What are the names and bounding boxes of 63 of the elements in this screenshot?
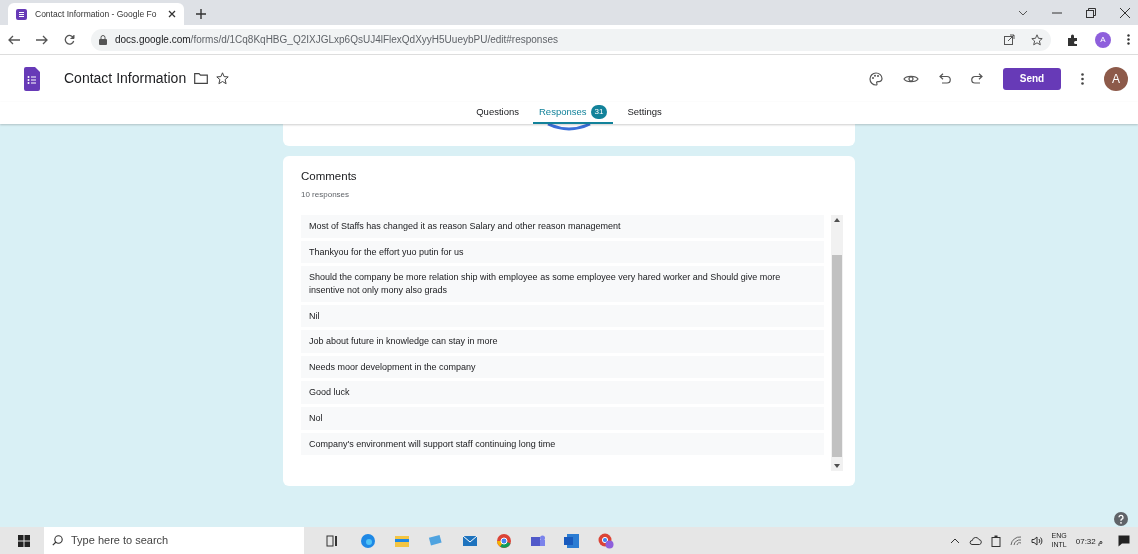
reload-icon[interactable]	[64, 34, 75, 45]
clock-time[interactable]: 07:32 م	[1075, 536, 1103, 549]
account-avatar[interactable]: A	[1104, 66, 1128, 91]
star-icon[interactable]	[216, 72, 230, 85]
search-placeholder: Type here to search	[71, 533, 169, 549]
search-icon	[52, 535, 63, 546]
forms-icon	[16, 8, 27, 20]
chrome-profile-icon[interactable]	[598, 532, 614, 549]
comment-text: Nol	[301, 407, 824, 430]
comment-text: Nil	[301, 304, 824, 328]
chart-arc-icon	[546, 124, 592, 132]
browser-icon[interactable]	[360, 532, 376, 549]
comment-text: Job about future in knowledge can stay in more	[301, 330, 824, 353]
back-icon[interactable]	[8, 34, 20, 45]
windows-start-icon[interactable]	[18, 534, 30, 547]
puzzle-icon[interactable]	[1067, 33, 1079, 46]
url-text: docs.google.com/forms/d/1Cq8KqHBG_Q2IXJGLxp6QsUJ4lFlexQdXyyH5UueybPU/edit#responses	[115, 33, 558, 47]
tab[interactable]: Settings	[621, 102, 668, 124]
chevron-up-icon[interactable]	[949, 537, 960, 544]
scrollbar[interactable]	[831, 215, 843, 472]
star-icon[interactable]	[1031, 33, 1043, 46]
question-title: Comments	[301, 169, 358, 184]
wifi-icon[interactable]	[1009, 535, 1022, 546]
palette-icon[interactable]	[869, 71, 883, 86]
new-tab-icon[interactable]	[196, 9, 206, 19]
close-icon[interactable]	[1120, 7, 1130, 18]
comment-text: Most of Staffs has changed it as reason Salary and other reason management	[301, 215, 824, 238]
minimize-icon[interactable]	[1052, 11, 1062, 14]
profile-avatar[interactable]: A	[1095, 31, 1111, 48]
lock-icon	[99, 34, 107, 45]
send-button[interactable]: Send	[1003, 67, 1061, 90]
close-icon[interactable]	[168, 10, 176, 18]
comment-text: Should the company be more relation ship with employee as some employee very hared worker and Should give more insentive not only mony also grads	[301, 266, 824, 302]
response-count: 10 responses	[301, 189, 351, 202]
speaker-icon[interactable]	[1030, 535, 1043, 546]
chevron-down-icon[interactable]	[1018, 9, 1028, 16]
restore-icon[interactable]	[1086, 7, 1096, 18]
chrome-icon[interactable]	[496, 532, 512, 549]
folder-icon[interactable]	[194, 73, 209, 84]
browser-tab[interactable]: Contact Information - Google Fo	[8, 3, 184, 25]
notification-icon[interactable]	[1118, 534, 1130, 547]
comment-text: Good luck	[301, 381, 824, 404]
tab[interactable]: Questions	[470, 102, 525, 124]
battery-icon[interactable]	[990, 534, 1001, 547]
eye-icon[interactable]	[903, 73, 919, 84]
tab-title: Contact Information - Google Fo	[35, 7, 158, 21]
comment-text: Thankyou for the effort yuo putin for us	[301, 240, 824, 264]
forward-icon[interactable]	[36, 34, 48, 45]
address-bar[interactable]: docs.google.com/forms/d/1Cq8KqHBG_Q2IXJGLxp6QsUJ4lFlexQdXyyH5UueybPU/edit#responses	[91, 28, 1051, 51]
undo-icon[interactable]	[939, 73, 951, 84]
share-icon[interactable]	[1004, 34, 1015, 45]
cloud-icon[interactable]	[968, 536, 982, 545]
count-badge: 31	[590, 105, 608, 119]
redo-icon[interactable]	[971, 73, 983, 84]
word-icon[interactable]	[564, 532, 580, 549]
more-icon[interactable]	[1081, 72, 1084, 85]
help-icon[interactable]	[1114, 512, 1128, 526]
comment-text: Company's environment will support staff continuing long time	[301, 432, 824, 456]
forms-logo-icon	[24, 66, 40, 91]
more-icon[interactable]	[1127, 34, 1130, 45]
comment-text: Needs moor development in the company	[301, 355, 824, 379]
form-title: Contact Information	[64, 69, 187, 88]
search-field[interactable]: Type here to search	[44, 527, 304, 554]
